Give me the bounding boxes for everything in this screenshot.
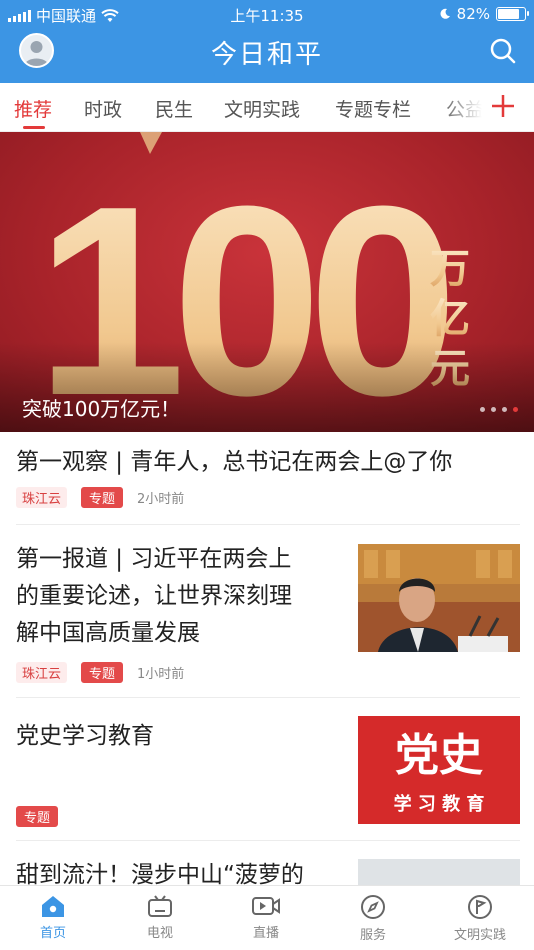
topic-tag: 专题 — [16, 806, 59, 827]
nav-label: 电视 — [146, 926, 173, 941]
source-badge: 珠江云 — [16, 487, 68, 508]
nav-civilization[interactable]: 文明实践 — [440, 894, 520, 943]
tv-icon — [148, 895, 172, 917]
carousel-dot[interactable] — [502, 407, 507, 412]
nav-label: 服务 — [359, 928, 386, 943]
battery-percent: 82% — [456, 5, 490, 23]
compass-icon — [361, 895, 385, 919]
nav-label: 文明实践 — [453, 928, 506, 943]
add-channel-icon[interactable] — [490, 93, 516, 119]
flag-circle-icon — [468, 895, 492, 919]
poster-subtitle: 学 习 教 育 — [394, 793, 485, 815]
channel-tabs: 推荐 时政 民生 文明实践 专题专栏 公益 — [0, 83, 534, 132]
article-title-line: 第一报道 | 习近平在两会上 — [16, 546, 292, 572]
article-title: 党史学习教育 — [16, 723, 154, 749]
active-tab-indicator — [23, 126, 45, 129]
article-title: 甜到流汁！漫步中山“菠萝的 — [16, 862, 304, 885]
top-bar: 中国联通 上午11:35 82% 今日和平 — [0, 0, 534, 83]
search-icon[interactable] — [488, 36, 518, 66]
carousel-dot[interactable] — [491, 407, 496, 412]
banner-unit-2: 亿 — [430, 296, 470, 342]
app-header: 今日和平 — [0, 28, 534, 83]
topic-tag: 专题 — [81, 487, 124, 508]
portrait-photo — [358, 544, 520, 652]
nav-label: 首页 — [39, 926, 66, 941]
nav-label: 直播 — [252, 926, 279, 941]
party-history-poster: 党史 学 习 教 育 — [358, 716, 520, 824]
nav-home[interactable]: 首页 — [13, 894, 93, 941]
banner-unit-1: 万 — [430, 246, 470, 292]
poster-title: 党史 — [395, 730, 483, 781]
home-icon — [42, 896, 64, 917]
list-item[interactable]: 第一报道 | 习近平在两会上 的重要论述，让世界深刻理 解中国高质量发展 珠江云… — [0, 525, 534, 697]
publish-time: 2小时前 — [137, 492, 185, 507]
carousel-dot-active[interactable] — [513, 407, 518, 412]
banner-carousel[interactable]: 100 万 亿 元 突破100万亿元！ — [0, 132, 534, 432]
page-title: 今日和平 — [210, 40, 323, 70]
status-bar: 中国联通 上午11:35 82% — [0, 0, 534, 28]
article-title-line: 的重要论述，让世界深刻理 — [16, 583, 292, 609]
article-title: 第一观察 | 青年人，总书记在两会上@了你 — [16, 449, 453, 475]
topic-tag: 专题 — [81, 662, 124, 683]
carousel-dot[interactable] — [480, 407, 485, 412]
list-item[interactable]: 第一观察 | 青年人，总书记在两会上@了你 珠江云 专题 2小时前 — [0, 432, 534, 524]
tab-recommend[interactable]: 推荐 — [14, 95, 52, 122]
moon-icon — [440, 8, 450, 19]
tab-politics[interactable]: 时政 — [84, 95, 122, 122]
tab-livelihood[interactable]: 民生 — [155, 95, 193, 122]
article-title-line: 解中国高质量发展 — [16, 620, 200, 646]
publish-time: 1小时前 — [137, 667, 185, 682]
article-thumbnail — [358, 859, 520, 885]
carousel-dots — [480, 407, 518, 412]
nav-live[interactable]: 直播 — [226, 894, 306, 941]
tab-special-topics[interactable]: 专题专栏 — [335, 95, 411, 122]
battery-icon — [496, 7, 529, 21]
list-item[interactable]: 党史学习教育 专题 党史 学 习 教 育 — [0, 698, 534, 840]
tab-civilization[interactable]: 文明实践 — [224, 95, 300, 122]
nav-services[interactable]: 服务 — [333, 894, 413, 943]
bottom-nav: 首页 电视 直播 服务 文明实践 — [0, 885, 534, 950]
article-title: 第一报道 | 习近平在两会上 的重要论述，让世界深刻理 解中国高质量发展 — [16, 541, 292, 652]
banner-caption: 突破100万亿元！ — [22, 397, 181, 421]
article-thumbnail — [358, 544, 520, 652]
article-thumbnail: 党史 学 习 教 育 — [358, 716, 520, 824]
nav-tv[interactable]: 电视 — [120, 894, 200, 941]
live-icon — [252, 897, 280, 915]
list-item[interactable]: 甜到流汁！漫步中山“菠萝的 — [0, 841, 534, 885]
source-badge: 珠江云 — [16, 662, 68, 683]
